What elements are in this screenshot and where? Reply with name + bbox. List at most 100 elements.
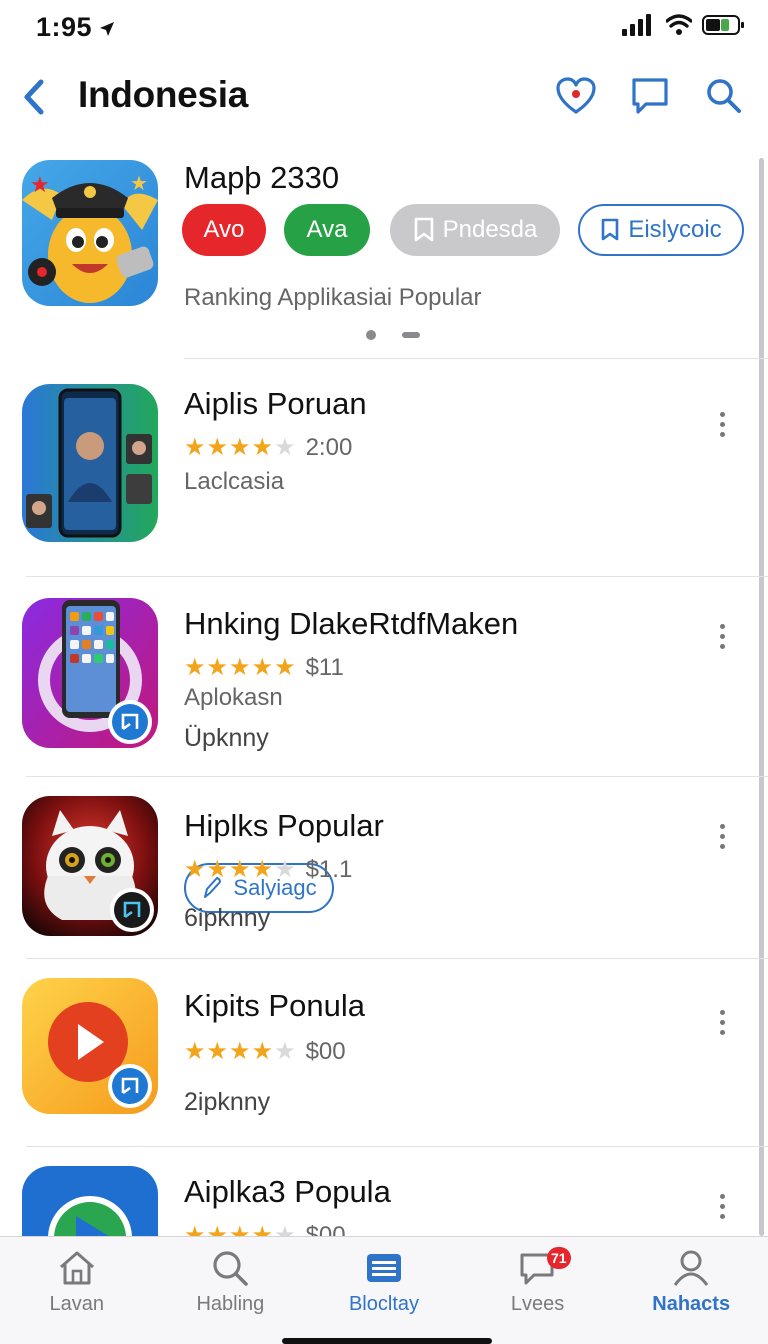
tab-bar: Lavan Habling Blocltay 71 Lvees Nahacts [0, 1236, 768, 1344]
tab-blocltay[interactable]: Blocltay [307, 1237, 461, 1344]
app-icon [22, 978, 158, 1114]
star-icon: ★ [229, 1038, 251, 1065]
star-rating: ★ ★ ★ ★ ★ [184, 858, 296, 882]
featured-app-icon: ★ ★ [22, 160, 158, 306]
chip-avo[interactable]: A Avo [182, 204, 266, 256]
star-icon: ★ [251, 654, 274, 681]
star-rating: ★ ★ ★ ★ ★ [184, 436, 296, 460]
list-item[interactable]: Hiplks Popular ★ ★ ★ ★ ★ $1.1 6ipknny [0, 778, 768, 958]
tab-label: Habling [196, 1293, 265, 1315]
more-options-button[interactable] [714, 616, 730, 656]
tab-label: Lvees [510, 1293, 565, 1315]
chip-eislycoic[interactable]: Eislycoic [578, 204, 744, 256]
page-indicator[interactable] [366, 330, 420, 340]
rating: ★ ★ ★ ★ ★ $00 [184, 1038, 346, 1066]
list-item[interactable]: Aiplka3 Popula ★ ★ ★ ★ ★ $00 [0, 1148, 768, 1236]
more-options-button[interactable] [714, 816, 730, 856]
star-icon: ★ [184, 654, 206, 681]
inbox-icon [366, 1254, 401, 1282]
star-icon: ★ [206, 1038, 229, 1065]
star-icon: ★ [184, 1038, 206, 1065]
chip-eislycoic-label: Eislycoic [628, 216, 722, 243]
star-icon: ★ [229, 1222, 251, 1237]
divider [26, 1146, 768, 1147]
price: $1.1 [305, 856, 353, 883]
more-options-button[interactable] [714, 1002, 730, 1042]
app-developer: 2ipknny [184, 1088, 271, 1116]
star-icon: ★ [229, 654, 251, 681]
more-options-button[interactable] [714, 404, 730, 444]
play-button-app-icon [22, 978, 158, 1114]
chip-ava[interactable]: Ava [284, 204, 370, 256]
play-store-app-icon [22, 1166, 158, 1236]
featured-app[interactable]: ★ ★ Mapþ 2330 A Avo Ava Pndesda Eislycoi… [0, 0, 768, 360]
app-icon [22, 384, 158, 542]
chip-ava-label: Ava [306, 216, 348, 243]
star-rating: ★ ★ ★ ★ ★ [184, 1222, 296, 1237]
rating: ★ ★ ★ ★ ★ $1.1 [184, 856, 352, 884]
video-call-app-icon [22, 384, 158, 542]
star-rating: ★ ★ ★ ★ ★ [184, 656, 296, 680]
tab-label: Nahacts [652, 1293, 731, 1315]
chip-pndesda[interactable]: Pndesda [390, 204, 560, 256]
notification-badge: 71 [546, 1247, 571, 1269]
star-icon: ★ [274, 1038, 296, 1065]
cartoon-police-character-icon: ★ ★ [22, 160, 158, 306]
star-icon: ★ [184, 856, 206, 883]
home-icon [59, 1251, 94, 1285]
star-icon: ★ [206, 1222, 229, 1237]
tab-nahacts[interactable]: Nahacts [614, 1237, 768, 1344]
divider [26, 576, 768, 577]
star-icon: ★ [274, 856, 296, 883]
list-item[interactable]: Aiplis Poruan ★ ★ ★ ★ ★ 2:00 Laclcasia S… [0, 360, 768, 913]
tab-label: Blocltay [348, 1293, 419, 1315]
price: $00 [305, 1038, 346, 1065]
app-name: Hiplks Popular [184, 808, 384, 843]
tab-lavan[interactable]: Lavan [0, 1237, 154, 1344]
list-item[interactable]: Kipits Ponula ★ ★ ★ ★ ★ $00 2ipknny [0, 960, 768, 1146]
app-icon [22, 796, 158, 936]
price: $11 [305, 654, 344, 681]
app-name: Aiplis Poruan [184, 386, 367, 421]
star-icon: ★ [206, 434, 229, 461]
star-icon: ★ [274, 1222, 296, 1237]
svg-text:★: ★ [30, 173, 50, 198]
star-icon: ★ [206, 654, 229, 681]
bookmark-icon [602, 218, 619, 241]
star-icon: ★ [251, 1038, 274, 1065]
more-options-button[interactable] [714, 1186, 730, 1226]
rating: ★ ★ ★ ★ ★ 2:00 [184, 434, 352, 462]
chip-pndesda-label: Pndesda [442, 216, 538, 243]
star-icon: ★ [184, 1222, 206, 1237]
star-rating: ★ ★ ★ ★ ★ [184, 1040, 296, 1064]
page-dot-active [402, 332, 420, 338]
price: $00 [305, 1222, 346, 1236]
svg-text:★: ★ [130, 171, 148, 195]
app-name: Aiplka3 Popula [184, 1174, 391, 1209]
divider [26, 958, 768, 959]
search-icon [213, 1251, 249, 1286]
star-icon: ★ [184, 434, 206, 461]
star-icon: ★ [274, 654, 296, 681]
tab-lvees[interactable]: 71 Lvees [461, 1237, 615, 1344]
tab-label: Lavan [49, 1293, 105, 1315]
chip-avo-label: Avo [203, 216, 245, 243]
featured-caption: Ranking Applikasiai Popular [184, 284, 482, 311]
tab-habling[interactable]: Habling [154, 1237, 308, 1344]
app-name: Hnking DlakeRtdfMaken [184, 606, 519, 641]
person-icon [673, 1250, 709, 1286]
rating: ★ ★ ★ ★ ★ $11 [184, 654, 344, 682]
app-category: Aplokasn [184, 684, 283, 711]
divider [26, 776, 768, 777]
list-item[interactable]: Hnking DlakeRtdfMaken ★ ★ ★ ★ ★ $11 Aplo… [0, 578, 768, 776]
bookmark-icon [414, 217, 433, 242]
star-icon: ★ [206, 856, 229, 883]
app-developer: Üpknny [184, 724, 269, 752]
star-icon: ★ [251, 856, 274, 883]
page-dot [366, 330, 376, 340]
app-icon [22, 1166, 158, 1236]
price: 2:00 [305, 434, 353, 461]
cat-face-app-icon [22, 796, 158, 936]
star-icon: ★ [274, 434, 296, 461]
divider [184, 358, 768, 359]
